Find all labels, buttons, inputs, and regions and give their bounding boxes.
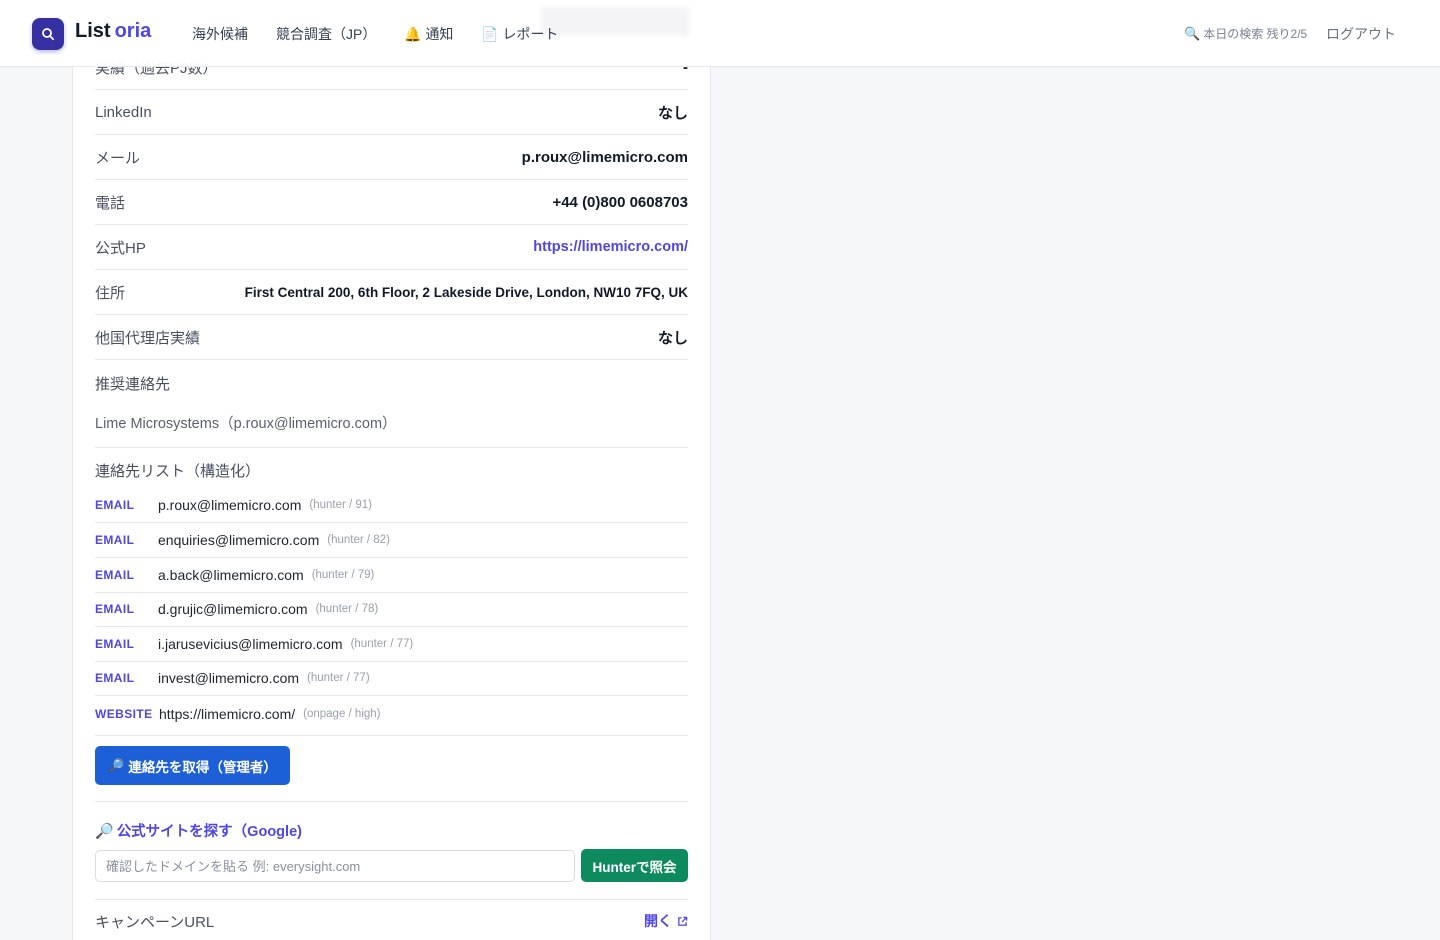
detail-label: 他国代理店実績 [95,329,201,347]
detail-row-address: 住所 First Central 200, 6th Floor, 2 Lakes… [95,270,688,315]
detail-value: p.roux@limemicro.com [521,148,688,166]
contact-type: WEBSITE [95,706,153,721]
contact-meta: (hunter / 91) [309,499,373,511]
nav-reports[interactable]: 📄 レポート [481,24,558,44]
contact-meta: (hunter / 78) [315,603,379,615]
fetch-contacts-label: 連絡先を取得（管理者） [128,759,277,775]
contact-value: i.jarusevicius@limemicro.com [158,636,343,652]
brand-name[interactable]: List oria [75,20,151,43]
contact-type: EMAIL [95,533,135,547]
recommended-contact-text: Lime Microsystems（p.roux@limemicro.com） [95,416,397,432]
contact-meta: (hunter / 77) [350,638,414,650]
detail-value: なし [657,329,688,347]
contact-row: EMAIL p.roux@limemicro.com (hunter / 91) [95,488,688,523]
magnifier-icon: 🔎 [95,822,114,840]
contact-row: EMAIL a.back@limemicro.com (hunter / 79) [95,558,688,593]
campaign-url-row: キャンペーンURL 開く [95,906,688,936]
search-quota-text: 本日の検索 残り2/5 [1203,27,1308,41]
divider [95,801,688,802]
nav-competitor-research-jp[interactable]: 競合調査（JP） [276,24,376,44]
nav-notifications[interactable]: 🔔 通知 [404,24,453,44]
detail-label: 電話 [95,194,126,212]
detail-label: LinkedIn [95,103,152,121]
search-quota: 🔍 本日の検索 残り2/5 [1184,25,1307,42]
bell-icon: 🔔 [404,25,422,42]
nav-overseas-candidates[interactable]: 海外候補 [192,24,248,44]
contact-value: enquiries@limemicro.com [158,532,320,548]
fetch-contacts-button[interactable]: 🔎 連絡先を取得（管理者） [95,746,290,785]
contact-row: EMAIL i.jarusevicius@limemicro.com (hunt… [95,627,688,662]
app-logo[interactable] [32,18,64,50]
nav-label: 競合調査（JP） [276,26,377,42]
contact-type: EMAIL [95,498,135,512]
google-search-link[interactable]: 🔎 公式サイトを探す（Google) [95,820,302,841]
open-campaign-link[interactable]: 開く [644,911,688,931]
contact-value: invest@limemicro.com [158,670,300,686]
detail-row-website: 公式HP https://limemicro.com/ [95,225,688,270]
company-detail-card: 実績（過去PJ数） - LinkedIn なし メール p.roux@limem… [72,0,711,940]
nav-label: 通知 [425,26,454,42]
detail-value: +44 (0)800 0608703 [552,193,688,211]
contact-value: d.grujic@limemicro.com [158,601,308,617]
google-search-label: 公式サイトを探す（Google) [116,824,302,840]
contact-list-label: 連絡先リスト（構造化） [95,463,261,480]
divider [95,735,688,736]
contact-row: WEBSITE https://limemicro.com/ (onpage /… [95,696,688,731]
brand-part-2: oria [114,20,152,42]
contact-value: https://limemicro.com/ [159,705,296,722]
contact-type: EMAIL [95,602,135,616]
top-navigation-bar: List oria 海外候補 競合調査（JP） 🔔 通知 📄 レポート 🔍 本日の… [0,0,1440,67]
website-link[interactable]: https://limemicro.com/ [533,239,688,255]
contact-meta: (hunter / 79) [311,569,375,581]
contact-row: EMAIL enquiries@limemicro.com (hunter / … [95,523,688,558]
recommended-contact-label: 推奨連絡先 [95,376,171,393]
detail-row-phone: 電話 +44 (0)800 0608703 [95,180,688,225]
magnifier-icon: 🔎 [108,757,125,773]
contact-meta: (onpage / high) [303,707,381,720]
underlying-content-ghost [540,6,690,36]
external-link-icon [678,916,688,926]
contact-meta: (hunter / 82) [327,534,390,546]
logout-button[interactable]: ログアウト [1326,24,1396,44]
detail-row-email: メール p.roux@limemicro.com [95,135,688,180]
detail-value: なし [657,104,688,122]
detail-row-agency-record: 他国代理店実績 なし [95,315,688,360]
detail-value: First Central 200, 6th Floor, 2 Lakeside… [244,284,688,300]
detail-label: メール [95,149,141,167]
document-icon: 📄 [481,25,499,42]
divider [95,899,688,900]
contact-value: p.roux@limemicro.com [158,497,302,513]
contact-value: a.back@limemicro.com [158,567,304,583]
nav-label: 海外候補 [192,26,248,42]
nav-label: レポート [502,26,559,42]
open-link-label: 開く [644,913,672,929]
brand-part-1: List [75,20,111,42]
detail-label: 公式HP [95,239,146,257]
domain-input[interactable] [95,850,575,882]
contact-meta: (hunter / 77) [307,672,370,684]
campaign-url-label: キャンペーンURL [95,913,215,931]
contact-type: EMAIL [95,671,135,685]
contact-type: EMAIL [95,637,135,651]
search-icon [42,28,55,41]
detail-row-linkedin: LinkedIn なし [95,90,688,135]
contact-row: EMAIL d.grujic@limemicro.com (hunter / 7… [95,592,688,627]
divider [95,447,688,448]
contact-type: EMAIL [95,568,135,582]
hunter-lookup-button[interactable]: Hunterで照会 [581,849,688,882]
detail-label: 住所 [95,284,126,302]
search-icon: 🔍 [1184,25,1201,41]
contact-row: EMAIL invest@limemicro.com (hunter / 77) [95,661,688,696]
